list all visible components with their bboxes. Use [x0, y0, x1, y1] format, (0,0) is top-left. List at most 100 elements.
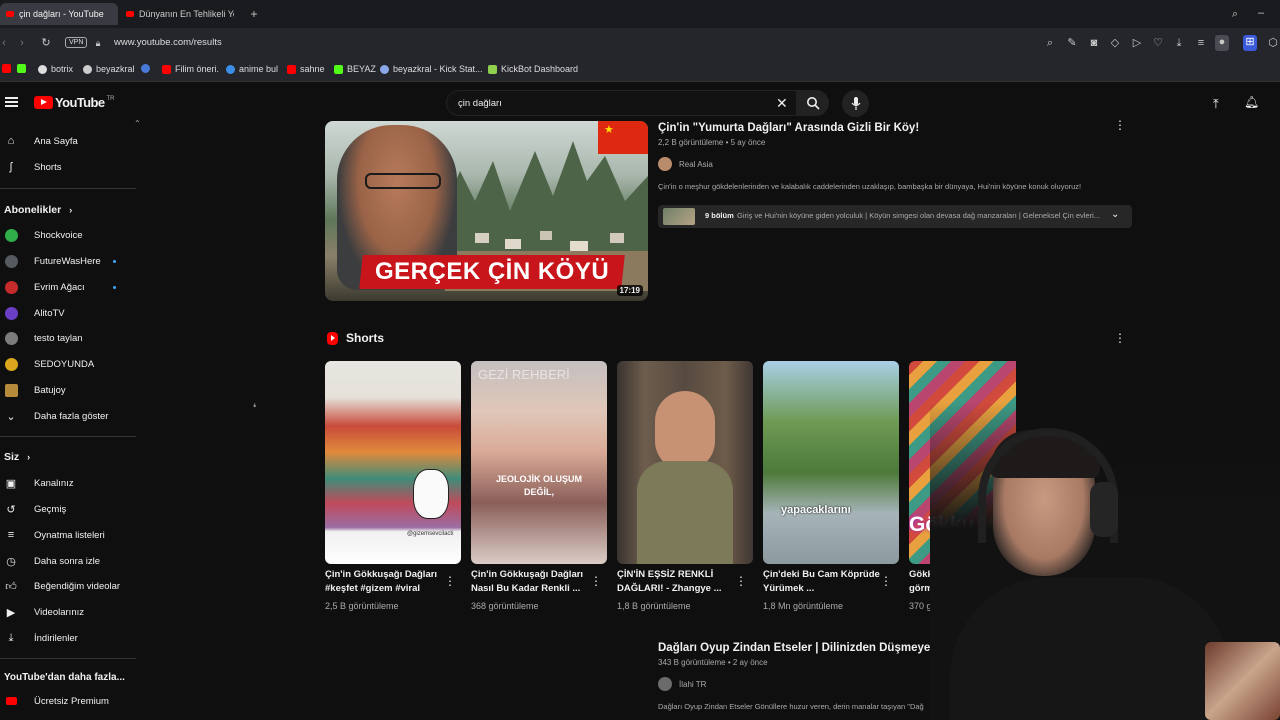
- bookmark-globe[interactable]: [141, 64, 154, 73]
- shorts-header: Shorts: [327, 331, 384, 345]
- heart-icon[interactable]: ♡: [1151, 36, 1165, 50]
- sidebar-divider: [0, 188, 136, 189]
- extension-icon[interactable]: ⬡: [1266, 36, 1280, 50]
- hamburger-menu-icon[interactable]: [5, 97, 18, 107]
- you-header[interactable]: Siz ›: [4, 451, 30, 463]
- tab-youtube-search[interactable]: çin dağları - YouTube: [0, 3, 118, 25]
- short-thumbnail[interactable]: yapacaklarını: [763, 361, 899, 564]
- bookmark-kick[interactable]: [17, 64, 30, 73]
- short-thumbnail[interactable]: @gizemsevcilacti: [325, 361, 461, 564]
- chevron-down-icon[interactable]: ⌄: [1111, 209, 1119, 220]
- bookmark-kick-stat[interactable]: beyazkral - Kick Stat...: [380, 64, 483, 74]
- chapters-bar[interactable]: 9 bölüm Giriş ve Hui'nin köyüne giden yo…: [658, 205, 1132, 228]
- profile-icon[interactable]: ●: [1215, 35, 1229, 51]
- stats-icon: [380, 64, 389, 74]
- bookmark-beyazkral[interactable]: beyazkral: [83, 64, 135, 74]
- lock-icon: 🔒︎: [95, 38, 101, 48]
- youtube-favicon-icon: [6, 11, 14, 17]
- sidebar-divider: [0, 658, 136, 659]
- bookmark-filim[interactable]: Filim öneri.: [162, 64, 219, 74]
- search-button[interactable]: [797, 90, 829, 116]
- video-thumbnail[interactable]: ★ GERÇEK ÇİN KÖYÜ 17:19: [325, 121, 648, 301]
- short-menu-button[interactable]: ⋮: [590, 575, 602, 587]
- youtube-favicon-icon: [126, 11, 134, 17]
- search-input[interactable]: çin dağları: [458, 98, 502, 109]
- sidebar-item-downloads[interactable]: ⤓ İndirilenler: [0, 625, 136, 651]
- youtube-page: YouTube TR çin dağları ✕ ⤒ 🔔︎ ⌃ ⌂ Ana Say…: [0, 82, 1280, 720]
- short-title[interactable]: Çin'in Gökkuşağı Dağları #keşfet #gizem …: [325, 568, 445, 596]
- menu-icon[interactable]: ≡: [1194, 36, 1208, 50]
- bookmark-anime[interactable]: anime bul: [226, 64, 278, 74]
- sidebar-item-watch-later[interactable]: ◷ Daha sonra izle: [0, 548, 136, 574]
- sidebar-item-premium[interactable]: Ücretsiz Premium: [0, 688, 136, 714]
- sidebar-item-your-videos[interactable]: ▶ Videolarınız: [0, 599, 136, 625]
- short-menu-button[interactable]: ⋮: [880, 575, 892, 587]
- camera-icon[interactable]: ◙: [1087, 36, 1101, 50]
- new-tab-button[interactable]: +: [247, 7, 261, 21]
- sidebar-channel-testo-taylan[interactable]: testo taylan: [0, 325, 136, 351]
- more-from-youtube-header: YouTube'dan daha fazla...: [4, 672, 125, 683]
- kickbot-icon: [488, 64, 497, 74]
- search-box[interactable]: çin dağları ✕: [446, 90, 797, 116]
- clear-search-icon[interactable]: ✕: [776, 95, 788, 112]
- edit-icon[interactable]: ✎: [1065, 36, 1079, 50]
- back-icon[interactable]: ‹: [0, 36, 11, 50]
- minimize-icon[interactable]: –: [1254, 6, 1268, 20]
- sidebar-show-more[interactable]: ⌄ Daha fazla göster: [0, 403, 136, 429]
- avatar: [5, 254, 18, 268]
- sidebar-item-your-channel[interactable]: ▣ Kanalınız: [0, 470, 136, 496]
- youtube-logo[interactable]: YouTube TR: [34, 95, 114, 110]
- short-thumbnail[interactable]: GEZİ REHBERİ JEOLOJİK OLUŞUM DEĞİL,: [471, 361, 607, 564]
- url-field[interactable]: www.youtube.com/results: [114, 37, 222, 48]
- reload-icon[interactable]: ↻: [39, 36, 53, 50]
- upload-icon[interactable]: ⤒: [1213, 96, 1219, 112]
- voice-search-button[interactable]: [842, 90, 869, 117]
- translate-icon[interactable]: ⊞: [1243, 35, 1257, 51]
- short-thumbnail[interactable]: [617, 361, 753, 564]
- bookmark-beyaz[interactable]: BEYAZ: [334, 64, 376, 74]
- china-flag: ★: [598, 121, 648, 154]
- headphone-cup: [1090, 482, 1118, 537]
- subscriptions-header[interactable]: Abonelikler ›: [4, 204, 72, 216]
- sidebar-item-history[interactable]: ↺ Geçmiş: [0, 496, 136, 522]
- notifications-icon[interactable]: 🔔︎: [1244, 95, 1259, 109]
- short-title[interactable]: ÇİN'İN EŞSİZ RENKLİ DAĞLARI! - Zhangye .…: [617, 568, 737, 596]
- sidebar-channel-alitotv[interactable]: AlitoTV: [0, 300, 136, 326]
- shield-icon[interactable]: ◇: [1108, 36, 1122, 50]
- sidebar-item-liked[interactable]: 👍︎ Beğendiğim videolar: [0, 573, 136, 599]
- avatar: [5, 306, 18, 320]
- short-title[interactable]: Çin'deki Bu Cam Köprüde Yürümek ...: [763, 568, 883, 596]
- sidebar-item-shorts[interactable]: ʃ Shorts: [0, 154, 136, 180]
- tab-second-video[interactable]: Dünyanın En Tehlikeli Yolu: [120, 3, 234, 25]
- bookmark-youtube[interactable]: [2, 64, 15, 73]
- vpn-badge[interactable]: VPN: [65, 37, 88, 48]
- bookmark-sahne[interactable]: sahne: [287, 64, 325, 74]
- sidebar-item-home[interactable]: ⌂ Ana Sayfa: [0, 128, 136, 154]
- video-menu-button[interactable]: ⋮: [1114, 119, 1126, 131]
- search-tabs-icon[interactable]: ⌕: [1228, 7, 1242, 21]
- sidebar-channel-shockvoice[interactable]: Shockvoice: [0, 222, 136, 248]
- short-title[interactable]: Çin'in Gökkuşağı Dağları Nasıl Bu Kadar …: [471, 568, 591, 596]
- video-title[interactable]: Dağları Oyup Zindan Etseler | Dilinizden…: [658, 642, 949, 654]
- play-icon[interactable]: ▷: [1130, 36, 1144, 50]
- download-icon: ⤓: [8, 631, 14, 644]
- sidebar-item-playlists[interactable]: ≡ Oynatma listeleri: [0, 522, 136, 548]
- sidebar-channel-sedoyunda[interactable]: SEDOYUNDA: [0, 351, 136, 377]
- channel-link[interactable]: Real Asia: [658, 157, 713, 171]
- short-menu-button[interactable]: ⋮: [444, 575, 456, 587]
- playlist-icon: ≡: [7, 529, 15, 541]
- bookmark-kickbot[interactable]: KickBot Dashboard: [488, 64, 578, 74]
- channel-link[interactable]: İlahi TR: [658, 677, 706, 691]
- sidebar-channel-batujoy[interactable]: Batujoy: [0, 377, 136, 403]
- address-bar-row: ‹ › ↻ VPN 🔒︎ www.youtube.com/results ⌕ ✎…: [0, 28, 1280, 58]
- video-title[interactable]: Çin'in "Yumurta Dağları" Arasında Gizli …: [658, 122, 919, 134]
- sidebar-collapse-icon[interactable]: ⌃: [134, 119, 141, 128]
- short-menu-button[interactable]: ⋮: [735, 575, 747, 587]
- chapter-thumbnail: [663, 208, 695, 225]
- search-page-icon[interactable]: ⌕: [1043, 36, 1057, 50]
- shelf-menu-button[interactable]: ⋮: [1114, 332, 1126, 344]
- download-icon[interactable]: ⤓: [1172, 36, 1186, 50]
- bookmark-botrix[interactable]: botrix: [38, 64, 73, 74]
- forward-icon[interactable]: ›: [15, 36, 29, 50]
- presenter-figure: [655, 391, 715, 471]
